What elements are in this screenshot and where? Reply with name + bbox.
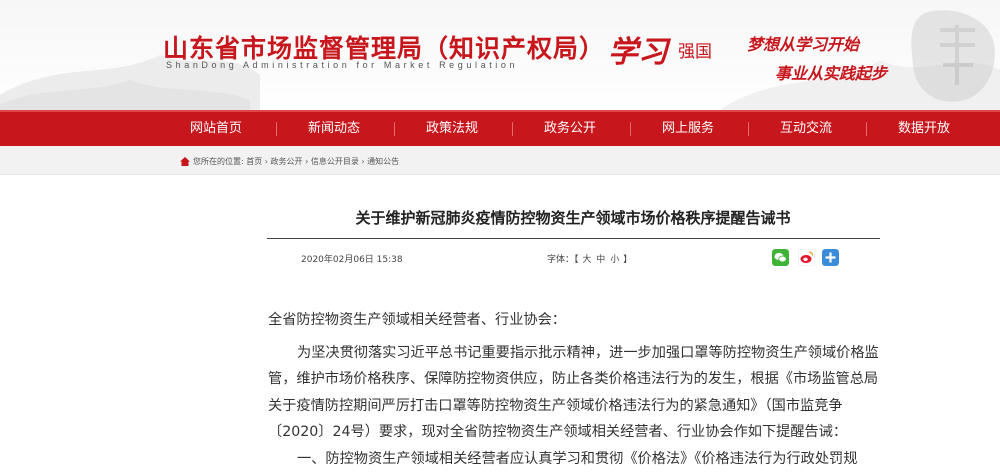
font-size-small[interactable]: 小	[610, 255, 619, 265]
article-line: 为坚决贯彻落实习近平总书记重要指示批示精神，进一步加强口罩等防控物资生产领域价格…	[297, 344, 879, 361]
font-size-medium[interactable]: 中	[596, 255, 605, 265]
article-line: 〔2020〕24号）要求，现对全省防控物资生产领域相关经营者、行业协会作如下提醒…	[268, 424, 848, 440]
article-body: 全省防控物资生产领域相关经营者、行业协会： 为坚决贯彻落实习近平总书记重要指示批…	[268, 307, 880, 472]
xxqg-logo-small: 强国	[678, 42, 712, 62]
home-icon	[180, 157, 190, 166]
nav-divider	[512, 122, 513, 136]
slogan-line-1: 梦想从学习开始	[747, 35, 860, 54]
font-size-switcher: 字体：【 大 中 小 】	[547, 252, 632, 265]
nav-home[interactable]: 网站首页	[166, 112, 266, 146]
breadcrumb-home[interactable]: 首页	[246, 157, 262, 166]
article-title-row: 关于维护新冠肺炎疫情防控物资生产领域市场价格秩序提醒告诫书	[0, 207, 1000, 228]
article-title: 关于维护新冠肺炎疫情防控物资生产领域市场价格秩序提醒告诫书	[355, 209, 791, 227]
breadcrumb-notices[interactable]: 通知公告	[367, 157, 399, 166]
xxqg-logo-big: 学习	[608, 35, 668, 70]
article-line: 一、防控物资生产领域相关经营者应认真学习和贯彻《价格法》《价格违法行为行政处罚规	[297, 450, 858, 467]
nav-gov-affairs[interactable]: 政务公开	[520, 112, 620, 146]
breadcrumb-separator: ›	[361, 157, 365, 166]
nav-interaction[interactable]: 互动交流	[756, 112, 856, 146]
site-header: 山东省市场监督管理局（知识产权局） ShanDong Administratio…	[0, 0, 1000, 110]
nav-open-data[interactable]: 数据开放	[874, 112, 974, 146]
nav-online-service[interactable]: 网上服务	[638, 112, 738, 146]
wechat-icon[interactable]	[772, 249, 789, 266]
font-size-large[interactable]: 大	[582, 255, 591, 265]
breadcrumb: 您所在的位置: 首页 › 政务公开 › 信息公开目录 › 通知公告	[0, 146, 1000, 175]
nav-divider	[748, 122, 749, 136]
breadcrumb-prefix: 您所在的位置:	[193, 157, 244, 166]
nav-divider	[276, 122, 277, 136]
seal-decoration	[911, 10, 995, 102]
title-divider	[267, 238, 880, 239]
nav-divider	[630, 122, 631, 136]
xuexi-qiangguo-logo[interactable]: 学习 强国	[608, 27, 728, 70]
slogan-line-2: 事业从实践起步	[775, 64, 888, 83]
main-nav: 网站首页 新闻动态 政策法规 政务公开 网上服务 互动交流 数据开放	[0, 110, 1000, 146]
publish-date: 2020年02月06日 15:38	[301, 255, 403, 265]
nav-divider	[866, 122, 867, 136]
breadcrumb-info-catalog[interactable]: 信息公开目录	[311, 157, 359, 166]
article-salutation: 全省防控物资生产领域相关经营者、行业协会：	[268, 312, 566, 328]
article-line: 管，维护市场价格秩序、保障防控物资供应，防止各类价格违法行为的发生，根据《市场监…	[268, 371, 879, 387]
article-line: 关于疫情防控期间严厉打击口罩等防控物资生产领域价格违法行为的紧急通知》（国市监竞…	[268, 397, 843, 414]
plus-icon[interactable]	[822, 249, 839, 266]
weibo-icon[interactable]	[798, 249, 815, 266]
font-bracket-close: 】	[623, 255, 633, 265]
nav-policy[interactable]: 政策法规	[402, 112, 502, 146]
nav-divider	[394, 122, 395, 136]
nav-news[interactable]: 新闻动态	[284, 112, 384, 146]
font-bracket-open: 【	[574, 255, 579, 265]
breadcrumb-separator: ›	[305, 157, 309, 166]
breadcrumb-separator: ›	[264, 157, 268, 166]
breadcrumb-gov-affairs[interactable]: 政务公开	[271, 157, 303, 166]
font-size-label: 字体：	[547, 255, 575, 265]
site-subtitle: ShanDong Administration for Market Regul…	[166, 60, 519, 70]
